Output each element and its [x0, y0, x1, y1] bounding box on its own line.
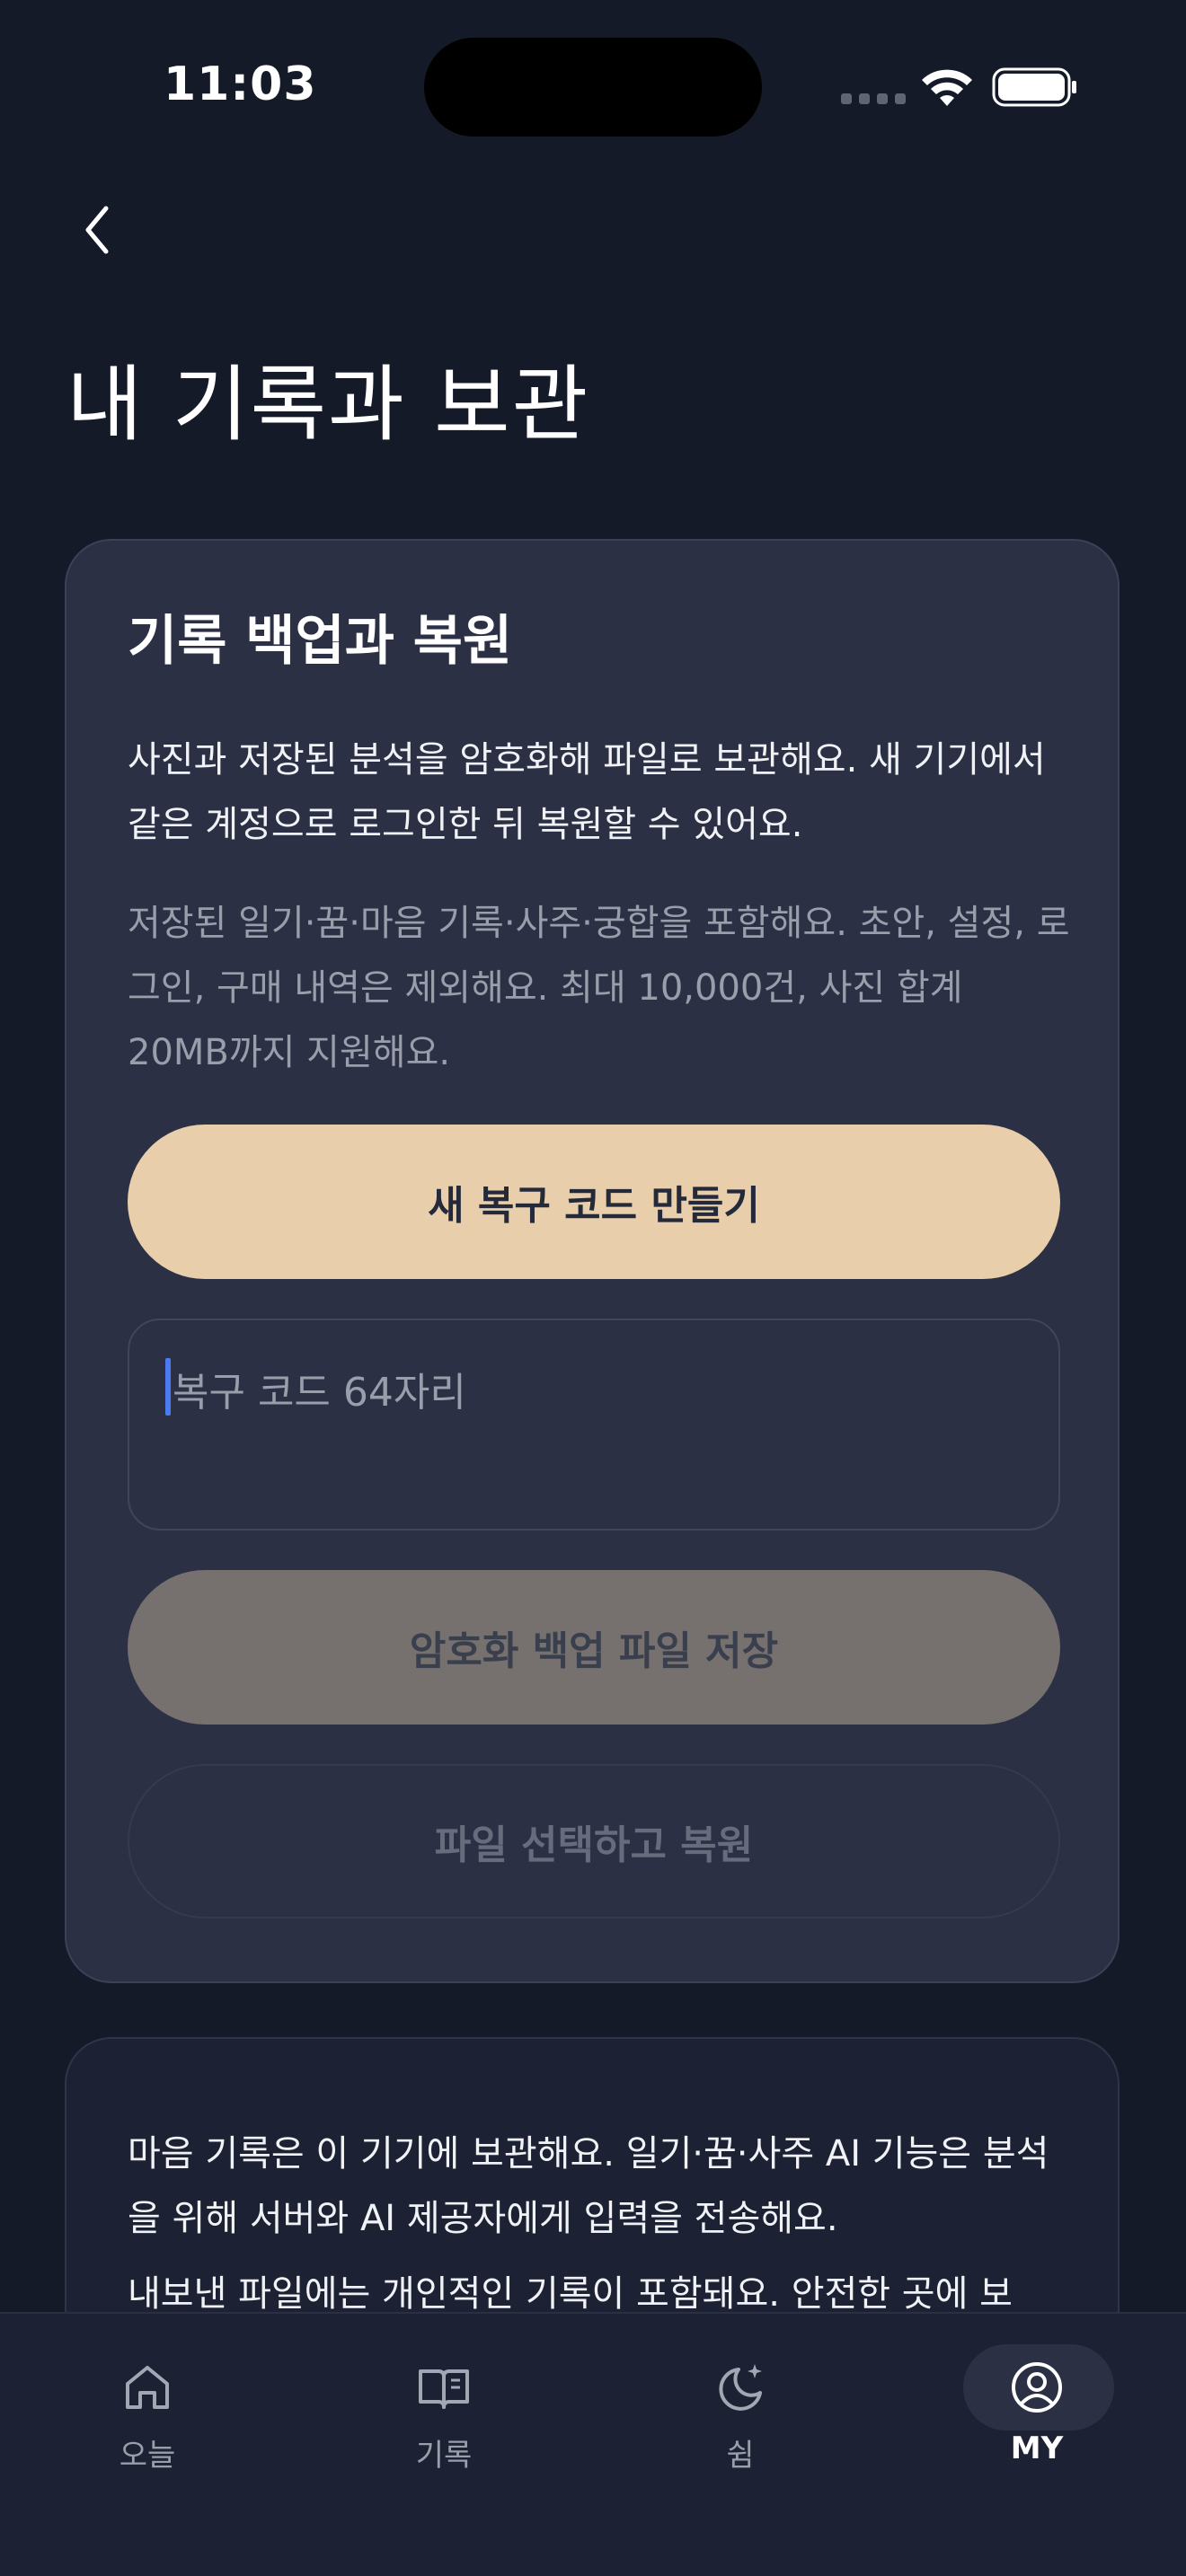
- select-file-restore-button[interactable]: 파일 선택하고 복원: [128, 1764, 1060, 1919]
- status-bar: 11:03: [0, 0, 1186, 171]
- user-circle-icon: [1012, 2362, 1062, 2413]
- tab-today-label: 오늘: [119, 2438, 176, 2474]
- tab-records-label: 기록: [415, 2438, 473, 2474]
- status-time: 11:03: [164, 57, 317, 111]
- backup-card: 기록 백업과 복원 사진과 저장된 분석을 암호화해 파일로 보관해요. 새 기…: [65, 539, 1120, 1983]
- recovery-code-field[interactable]: 복구 코드 64자리: [128, 1319, 1060, 1531]
- tab-my[interactable]: MY: [938, 2344, 1136, 2497]
- backup-card-heading: 기록 백업과 복원: [128, 610, 513, 673]
- home-icon: [126, 2366, 169, 2409]
- backup-card-note: 저장된 일기·꿈·마음 기록·사주·궁합을 포함해요. 초안, 설정, 로그인,…: [128, 903, 1070, 1073]
- backup-card-description: 사진과 저장된 분석을 암호화해 파일로 보관해요. 새 기기에서 같은 계정으…: [128, 739, 1046, 845]
- text-caret: [165, 1358, 171, 1416]
- wifi-icon: [922, 69, 972, 106]
- book-open-icon: [419, 2369, 469, 2409]
- tab-rest-label: 쉼: [726, 2438, 755, 2474]
- create-recovery-code-button[interactable]: 새 복구 코드 만들기: [128, 1125, 1060, 1279]
- save-encrypted-backup-button[interactable]: 암호화 백업 파일 저장: [128, 1570, 1060, 1725]
- back-button[interactable]: [65, 198, 129, 262]
- tab-records[interactable]: 기록: [345, 2344, 543, 2497]
- tab-my-label: MY: [1010, 2430, 1064, 2466]
- dynamic-island: [424, 38, 762, 137]
- tab-today[interactable]: 오늘: [49, 2344, 246, 2497]
- screen: 11:03 내 기록과 보관 기록 백업과 복원 사진과 저장된 분석을 암호화…: [0, 0, 1186, 2576]
- recovery-code-placeholder: 복구 코드 64자리: [173, 1370, 466, 1416]
- moon-sparkle-icon: [719, 2364, 762, 2411]
- page-title: 내 기록과 보관: [66, 357, 590, 453]
- tab-bar: 오늘 기록 쉼 MY: [0, 2312, 1186, 2576]
- chevron-left-icon: [85, 206, 109, 254]
- privacy-info-text: 마음 기록은 이 기기에 보관해요. 일기·꿈·사주 AI 기능은 분석을 위해…: [128, 2133, 1049, 2239]
- tab-rest[interactable]: 쉼: [642, 2344, 839, 2497]
- cellular-signal-icon: [841, 93, 906, 104]
- battery-icon: [992, 67, 1076, 107]
